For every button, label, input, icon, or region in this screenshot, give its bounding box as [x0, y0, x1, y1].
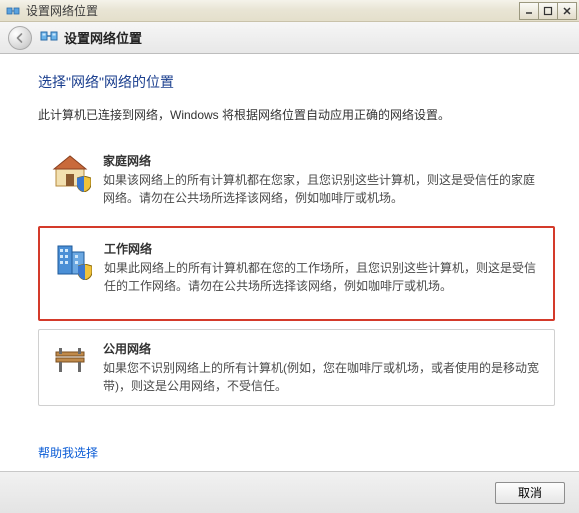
- window: 设置网络位置: [0, 0, 579, 513]
- titlebar: 设置网络位置: [0, 0, 579, 22]
- titlebar-buttons: [520, 2, 577, 20]
- content-area: 选择"网络"网络的位置 此计算机已连接到网络，Windows 将根据网络位置自动…: [0, 54, 579, 471]
- nav-title-group: 设置网络位置: [40, 27, 142, 48]
- option-work-desc: 如果此网络上的所有计算机都在您的工作场所，且您识别这些计算机，则这是受信任的工作…: [104, 259, 541, 295]
- option-public[interactable]: 公用网络 如果您不识别网络上的所有计算机(例如，您在咖啡厅或机场，或者使用的是移…: [38, 329, 555, 406]
- option-home[interactable]: 家庭网络 如果该网络上的所有计算机都在您家，且您识别这些计算机，则这是受信任的家…: [38, 141, 555, 218]
- option-home-desc: 如果该网络上的所有计算机都在您家，且您识别这些计算机，则这是受信任的家庭网络。请…: [103, 171, 542, 207]
- network-icon: [40, 27, 58, 48]
- home-icon: [51, 152, 89, 190]
- page-heading: 选择"网络"网络的位置: [38, 72, 555, 92]
- building-icon: [52, 240, 90, 278]
- nav-title: 设置网络位置: [64, 28, 142, 47]
- footer: 取消: [0, 471, 579, 513]
- window-title: 设置网络位置: [26, 2, 520, 19]
- option-public-title: 公用网络: [103, 340, 542, 357]
- page-subtext: 此计算机已连接到网络，Windows 将根据网络位置自动应用正确的网络设置。: [38, 106, 555, 123]
- close-button[interactable]: [557, 2, 577, 20]
- minimize-button[interactable]: [519, 2, 539, 20]
- cancel-button[interactable]: 取消: [495, 482, 565, 504]
- maximize-button[interactable]: [538, 2, 558, 20]
- app-icon: [6, 4, 20, 18]
- option-public-desc: 如果您不识别网络上的所有计算机(例如，您在咖啡厅或机场，或者使用的是移动宽带)，…: [103, 359, 542, 395]
- option-work-title: 工作网络: [104, 240, 541, 257]
- help-link[interactable]: 帮助我选择: [38, 444, 98, 461]
- shield-icon: [78, 264, 92, 280]
- nav-header: 设置网络位置: [0, 22, 579, 54]
- option-home-title: 家庭网络: [103, 152, 542, 169]
- option-work[interactable]: 工作网络 如果此网络上的所有计算机都在您的工作场所，且您识别这些计算机，则这是受…: [38, 226, 555, 321]
- bench-icon: [51, 340, 89, 378]
- shield-icon: [77, 176, 91, 192]
- back-button[interactable]: [8, 26, 32, 50]
